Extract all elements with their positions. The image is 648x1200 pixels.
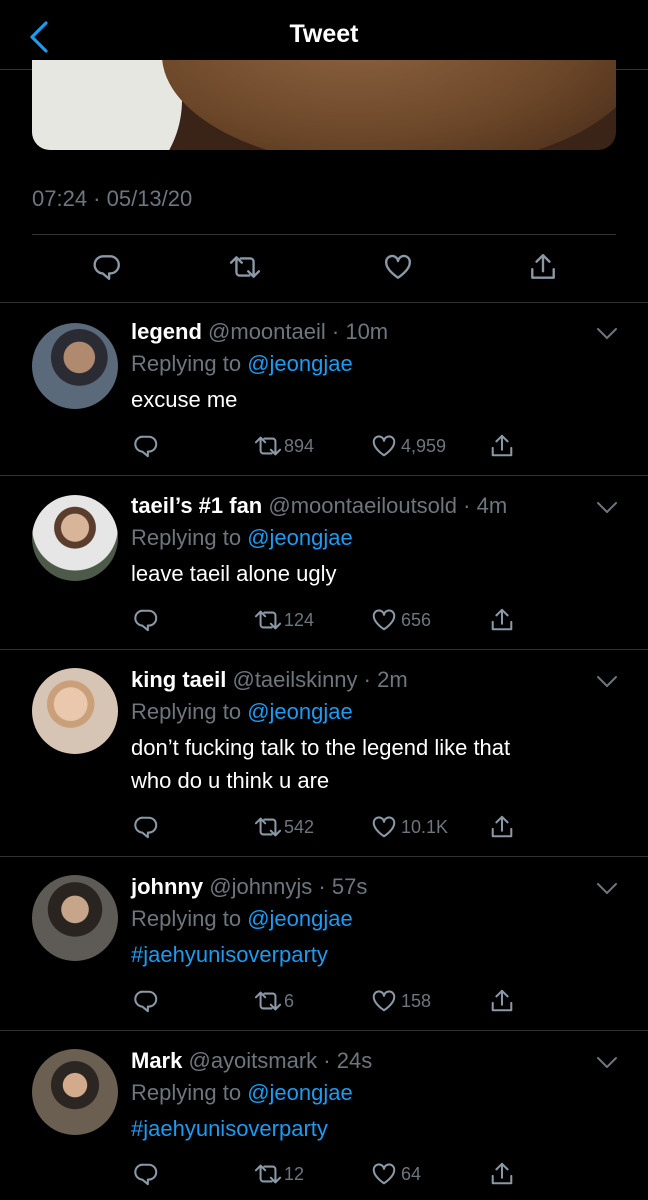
tweet-action-bar <box>0 246 648 290</box>
like-icon[interactable] <box>371 433 397 459</box>
reply-tweet[interactable]: taeil’s #1 fan @moontaeiloutsold · 4m Re… <box>0 477 648 650</box>
share-icon[interactable] <box>489 814 515 840</box>
replying-to-label: Replying to <box>131 1080 248 1105</box>
display-name[interactable]: king taeil <box>131 667 226 692</box>
user-handle: @moontaeiloutsold <box>268 493 458 518</box>
share-icon[interactable] <box>489 607 515 633</box>
like-icon[interactable] <box>371 988 397 1014</box>
avatar[interactable] <box>32 875 118 961</box>
reply-icon[interactable] <box>133 1161 159 1187</box>
retweet-count: 12 <box>284 1164 305 1184</box>
chevron-down-icon[interactable] <box>596 327 618 341</box>
reply-icon[interactable] <box>133 607 159 633</box>
replying-to-label: Replying to <box>131 906 248 931</box>
reply-action-bar: 894 4,959 <box>131 433 531 463</box>
mention-link[interactable]: @jeongjae <box>247 699 353 724</box>
reply-tweet[interactable]: legend @moontaeil · 10m Replying to @jeo… <box>0 303 648 476</box>
retweet-icon[interactable] <box>228 252 262 282</box>
display-name[interactable]: legend <box>131 319 202 344</box>
mention-link[interactable]: @jeongjae <box>247 525 353 550</box>
reply-icon[interactable] <box>92 252 122 282</box>
page-title: Tweet <box>289 20 359 48</box>
hashtag-link[interactable]: #jaehyunisoverparty <box>131 1112 588 1145</box>
hashtag-link[interactable]: #jaehyunisoverparty <box>131 938 588 971</box>
like-icon[interactable] <box>383 252 413 282</box>
mention-link[interactable]: @jeongjae <box>247 351 353 376</box>
tweet-text-line-1: don’t fucking talk to the legend like th… <box>131 735 511 760</box>
divider <box>32 234 616 235</box>
retweet-icon[interactable] <box>253 433 283 459</box>
tweet-text-line-2: who do u think u are <box>131 768 330 793</box>
reply-icon[interactable] <box>133 988 159 1014</box>
retweet-icon[interactable] <box>253 988 283 1014</box>
retweet-count: 6 <box>284 991 295 1011</box>
mention-link[interactable]: @jeongjae <box>247 906 353 931</box>
chevron-down-icon[interactable] <box>596 1056 618 1070</box>
retweet-count: 124 <box>284 610 315 630</box>
share-icon[interactable] <box>528 252 558 282</box>
tweet-time: 24s <box>336 1048 373 1073</box>
tweet-text: excuse me <box>131 387 238 412</box>
replying-to-label: Replying to <box>131 699 248 724</box>
display-name[interactable]: johnny <box>131 874 203 899</box>
tweet-time: 10m <box>345 319 389 344</box>
reply-action-bar: 12 64 <box>131 1161 531 1191</box>
share-icon[interactable] <box>489 1161 515 1187</box>
tweet-timestamp: 07:24 · 05/13/20 <box>32 186 193 211</box>
user-handle: @taeilskinny <box>232 667 358 692</box>
user-handle: @moontaeil <box>208 319 326 344</box>
chevron-down-icon[interactable] <box>596 501 618 515</box>
avatar[interactable] <box>32 495 118 581</box>
share-icon[interactable] <box>489 988 515 1014</box>
retweet-icon[interactable] <box>253 814 283 840</box>
mention-link[interactable]: @jeongjae <box>247 1080 353 1105</box>
like-count: 656 <box>401 610 432 630</box>
reply-icon[interactable] <box>133 433 159 459</box>
retweet-icon[interactable] <box>253 1161 283 1187</box>
like-count: 64 <box>401 1164 422 1184</box>
display-name[interactable]: taeil’s #1 fan <box>131 493 262 518</box>
user-handle: @johnnyjs <box>209 874 313 899</box>
like-count: 4,959 <box>401 436 447 456</box>
like-count: 158 <box>401 991 432 1011</box>
display-name[interactable]: Mark <box>131 1048 182 1073</box>
tweet-time: 2m <box>377 667 408 692</box>
tweet-text: leave taeil alone ugly <box>131 561 337 586</box>
avatar[interactable] <box>32 668 118 754</box>
reply-tweet[interactable]: johnny @johnnyjs · 57s Replying to @jeon… <box>0 858 648 1031</box>
reply-icon[interactable] <box>133 814 159 840</box>
retweet-count: 894 <box>284 436 315 456</box>
reply-action-bar: 6 158 <box>131 988 531 1018</box>
like-icon[interactable] <box>371 607 397 633</box>
avatar[interactable] <box>32 1049 118 1135</box>
like-icon[interactable] <box>371 814 397 840</box>
tweet-time: 4m <box>476 493 508 518</box>
reply-tweet[interactable]: Mark @ayoitsmark · 24s Replying to @jeon… <box>0 1032 648 1200</box>
chevron-down-icon[interactable] <box>596 882 618 896</box>
chevron-down-icon[interactable] <box>596 675 618 689</box>
replying-to-label: Replying to <box>131 351 248 376</box>
reply-action-bar: 124 656 <box>131 607 531 637</box>
reply-action-bar: 542 10.1K <box>131 814 531 844</box>
tweet-time: 57s <box>331 874 368 899</box>
like-icon[interactable] <box>371 1161 397 1187</box>
tweet-media-image[interactable] <box>32 60 616 150</box>
retweet-icon[interactable] <box>253 607 283 633</box>
retweet-count: 542 <box>284 817 315 837</box>
avatar[interactable] <box>32 323 118 409</box>
share-icon[interactable] <box>489 433 515 459</box>
replying-to-label: Replying to <box>131 525 248 550</box>
user-handle: @ayoitsmark <box>188 1048 318 1073</box>
like-count: 10.1K <box>401 817 449 837</box>
reply-tweet[interactable]: king taeil @taeilskinny · 2m Replying to… <box>0 651 648 857</box>
